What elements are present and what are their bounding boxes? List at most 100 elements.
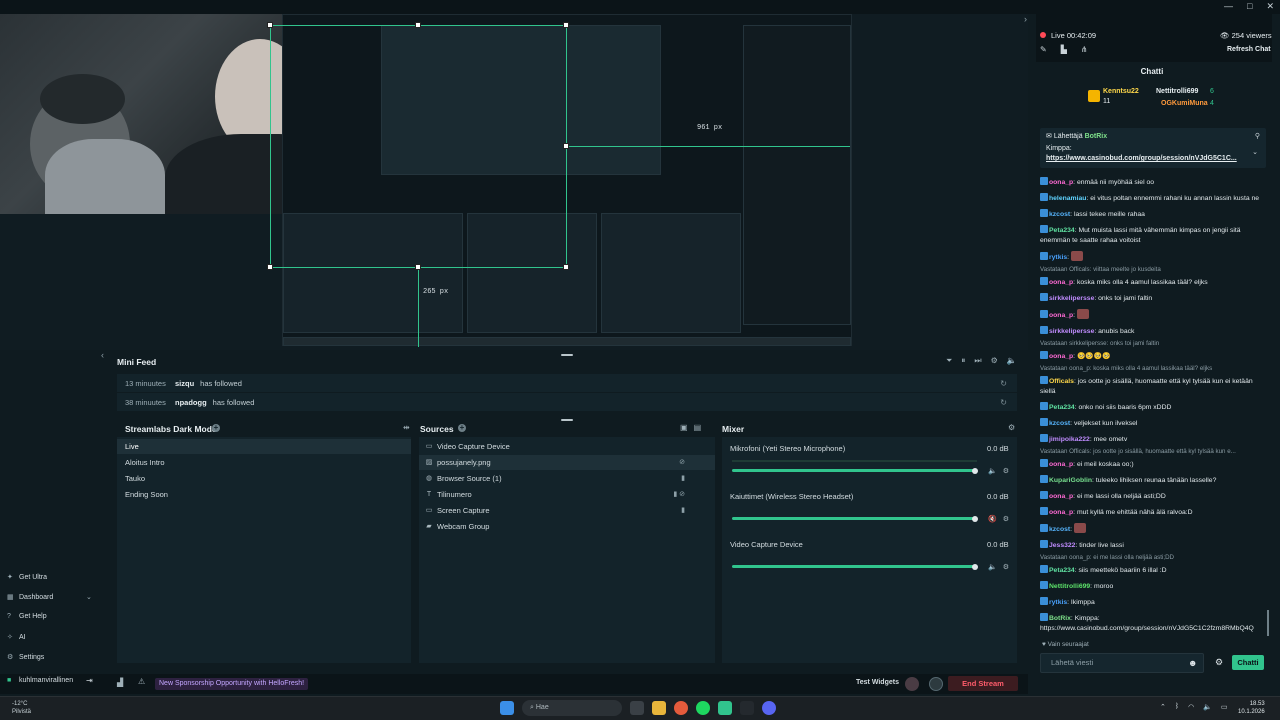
alert-icon[interactable]: ⚠ xyxy=(138,677,145,686)
chat-username[interactable]: KupariGoblin xyxy=(1049,477,1092,484)
chat-username[interactable]: helenamiau xyxy=(1049,195,1086,202)
nav-get-help[interactable]: ? Get Help xyxy=(7,613,47,620)
scene-item-aloitus-intro[interactable]: Aloitus Intro xyxy=(117,455,411,470)
source-item[interactable]: ▨ possujanely.png ⊘ xyxy=(419,455,715,470)
source-item[interactable]: ◍ Browser Source (1) ▮ xyxy=(419,471,715,486)
chat-username[interactable]: Peta234 xyxy=(1049,227,1075,234)
chat-username[interactable]: oona_p xyxy=(1049,353,1073,360)
chat-username[interactable]: rytkis xyxy=(1049,254,1067,261)
volume-slider[interactable] xyxy=(732,469,977,472)
pinned-message[interactable]: ✉ Lähettäjä BotRix Kimppa: https://www.c… xyxy=(1040,128,1266,168)
sponsor-banner[interactable]: New Sponsorship Opportunity with HelloFr… xyxy=(155,678,309,690)
close-icon[interactable]: ✕ xyxy=(1266,1,1274,12)
logout-icon[interactable]: ⇥ xyxy=(86,676,93,685)
spotify-icon[interactable] xyxy=(696,701,710,715)
scene-collection-icon[interactable]: ⇹ xyxy=(403,423,410,432)
volume-knob[interactable] xyxy=(972,564,978,570)
screen-capture-source[interactable] xyxy=(282,14,852,346)
discord-icon[interactable] xyxy=(762,701,776,715)
nav-settings[interactable]: ⚙ Settings xyxy=(7,653,44,662)
replay-buffer-button[interactable] xyxy=(929,677,943,691)
gear-icon[interactable]: ⚙ xyxy=(1215,657,1223,668)
minimize-icon[interactable]: — xyxy=(1224,1,1233,12)
replay-icon[interactable]: ↻ xyxy=(1000,379,1007,388)
end-stream-button[interactable]: End Stream xyxy=(948,676,1018,691)
chat-send-button[interactable]: Chatti xyxy=(1232,655,1264,670)
source-item[interactable]: ▭ Video Capture Device xyxy=(419,439,715,454)
chat-username[interactable]: oona_p xyxy=(1049,312,1073,319)
test-widgets-button[interactable]: Test Widgets xyxy=(856,679,899,686)
streamlabs-icon[interactable] xyxy=(718,701,732,715)
lock-icon[interactable]: ▮ ⊘ xyxy=(673,487,685,502)
volume-slider[interactable] xyxy=(732,565,977,568)
volume-icon[interactable]: 🔈 xyxy=(1007,356,1017,366)
mixer-settings-icon[interactable]: ⚙ xyxy=(1008,423,1015,432)
edit-icon[interactable]: ✎ xyxy=(1040,45,1047,54)
wifi-icon[interactable]: ◠ xyxy=(1188,703,1194,711)
folder-icon[interactable]: ▤ xyxy=(694,423,702,432)
chat-username[interactable]: BotRix xyxy=(1049,615,1071,622)
bluetooth-icon[interactable]: ᛒ xyxy=(1175,703,1179,711)
nav-get-ultra[interactable]: ✦ Get Ultra xyxy=(7,573,47,582)
replay-icon[interactable]: ↻ xyxy=(1000,398,1007,407)
source-item[interactable]: ▭ Screen Capture ▮ xyxy=(419,503,715,518)
chat-username[interactable]: Jess322 xyxy=(1049,542,1075,549)
popout-icon[interactable]: ▙ xyxy=(1061,45,1067,54)
scene-item-live[interactable]: Live xyxy=(117,439,411,454)
chat-scrollbar[interactable] xyxy=(1267,610,1269,636)
resize-handle[interactable] xyxy=(563,143,569,149)
nav-dashboard[interactable]: ▦ Dashboard xyxy=(7,593,53,602)
drag-handle[interactable] xyxy=(561,419,573,421)
speaker-icon[interactable]: 🔈 xyxy=(988,467,997,475)
volume-knob[interactable] xyxy=(972,468,978,474)
task-view-icon[interactable] xyxy=(630,701,644,715)
add-source-icon[interactable]: + xyxy=(458,424,466,432)
resize-handle[interactable] xyxy=(267,22,273,28)
stats-icon[interactable]: ▟ xyxy=(117,678,123,687)
chat-username[interactable]: Peta234 xyxy=(1049,404,1075,411)
pause-icon[interactable]: ⏸ xyxy=(961,356,965,366)
volume-knob[interactable] xyxy=(972,516,978,522)
lock-icon[interactable]: ▮ xyxy=(681,503,685,518)
windows-start-icon[interactable] xyxy=(500,701,514,715)
filter-icon[interactable]: ⏷ xyxy=(946,356,952,366)
weather-widget[interactable]: -12°C Pilvistä xyxy=(12,700,31,716)
source-item[interactable]: ▰ Webcam Group xyxy=(419,519,715,534)
source-item[interactable]: T Tilinumero ▮ ⊘ xyxy=(419,487,715,502)
taskbar-clock[interactable]: 18.53 10.1.2026 xyxy=(1238,700,1265,716)
visibility-hidden-icon[interactable]: ⊘ xyxy=(679,455,685,470)
chat-input[interactable]: Lähetä viesti xyxy=(1040,653,1204,673)
chevron-up-icon[interactable]: ⌃ xyxy=(1160,703,1166,711)
skip-icon[interactable]: ⏭ xyxy=(974,356,981,366)
chat-username[interactable]: jimipoika222 xyxy=(1049,436,1090,443)
chat-username[interactable]: Nettitrolli699 xyxy=(1049,583,1090,590)
nav-ai[interactable]: ✧ AI xyxy=(7,633,26,642)
pinned-link[interactable]: https://www.casinobud.com/group/session/… xyxy=(1046,155,1237,162)
speaker-muted-icon[interactable]: 🔇 xyxy=(988,515,997,523)
chat-username[interactable]: kzcost xyxy=(1049,420,1070,427)
settings-icon[interactable]: ⚙ xyxy=(991,356,998,366)
unpin-icon[interactable]: ⚲ xyxy=(1255,132,1260,140)
folder-add-icon[interactable]: ▣ xyxy=(680,423,688,432)
battery-icon[interactable]: ▭ xyxy=(1221,703,1228,711)
chevron-left-icon[interactable]: ‹ xyxy=(101,350,104,360)
gear-icon[interactable]: ⚙ xyxy=(1003,515,1009,523)
chat-username[interactable]: kzcost xyxy=(1049,211,1070,218)
chat-username[interactable]: oona_p xyxy=(1049,493,1073,500)
gear-icon[interactable]: ⚙ xyxy=(1003,467,1009,475)
chat-username[interactable]: Peta234 xyxy=(1049,567,1075,574)
speaker-icon[interactable]: 🔈 xyxy=(988,563,997,571)
emoji-icon[interactable]: ☻ xyxy=(1188,658,1197,668)
chat-username[interactable]: oona_p xyxy=(1049,179,1073,186)
chevron-down-icon[interactable]: ⌄ xyxy=(1252,148,1258,156)
volume-slider[interactable] xyxy=(732,517,977,520)
resize-handle[interactable] xyxy=(415,22,421,28)
gear-icon[interactable]: ⚙ xyxy=(1003,563,1009,571)
maximize-icon[interactable]: □ xyxy=(1247,1,1252,12)
scene-item-ending-soon[interactable]: Ending Soon xyxy=(117,487,411,502)
chat-username[interactable]: sirkkelipersse xyxy=(1049,295,1094,302)
lock-icon[interactable]: ▮ xyxy=(681,471,685,486)
refresh-chat-button[interactable]: Refresh Chat xyxy=(1227,46,1271,53)
resize-handle[interactable] xyxy=(267,264,273,270)
taskbar-search[interactable]: ⌕ Hae xyxy=(522,700,622,716)
